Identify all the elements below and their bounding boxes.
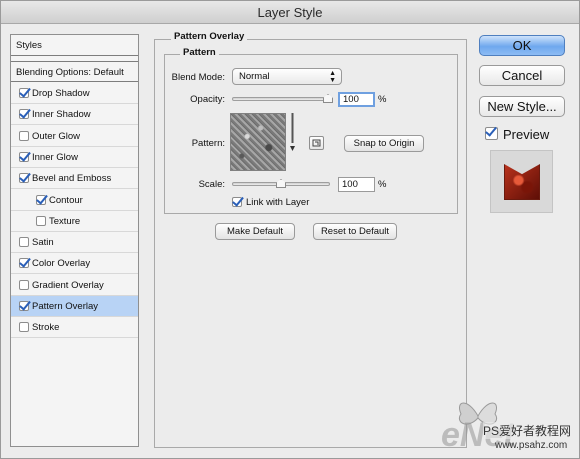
style-checkbox[interactable] (19, 130, 29, 141)
style-item-label: Gradient Overlay (32, 279, 104, 291)
preview-label: Preview (503, 127, 550, 142)
style-checkbox[interactable] (19, 237, 29, 248)
blend-mode-value: Normal (239, 71, 270, 82)
blend-mode-select[interactable]: Normal ▲ ▼ (232, 68, 342, 85)
style-item-label: Stroke (32, 322, 60, 334)
new-preset-icon (312, 139, 321, 147)
style-checkbox[interactable] (19, 301, 29, 311)
scale-unit: % (378, 179, 387, 190)
pattern-dropdown-icon[interactable] (290, 113, 295, 153)
style-item-texture[interactable]: Texture (11, 211, 138, 232)
style-item-color-overlay[interactable]: Color Overlay (11, 253, 138, 275)
section-title: Pattern Overlay (171, 31, 248, 42)
new-preset-button[interactable] (309, 136, 324, 150)
make-default-button[interactable]: Make Default (215, 223, 295, 240)
style-checkbox[interactable] (19, 109, 29, 120)
style-item-label: Inner Glow (32, 151, 78, 163)
style-item-outer-glow[interactable]: Outer Glow (11, 126, 138, 147)
style-item-label: Drop Shadow (32, 88, 90, 99)
style-item-pattern-overlay[interactable]: Pattern Overlay (11, 296, 138, 317)
style-checkbox[interactable] (19, 173, 29, 184)
window-title: Layer Style (1, 1, 579, 24)
style-item-drop-shadow[interactable]: Drop Shadow (11, 83, 138, 104)
snap-to-origin-button[interactable]: Snap to Origin (344, 135, 424, 152)
watermark-line2: www.psahz.com (495, 440, 568, 451)
style-item-bevel-and-emboss[interactable]: Bevel and Emboss (11, 168, 138, 190)
watermark-line1: PS爱好者教程网 (483, 422, 572, 439)
layer-style-dialog: Layer Style Styles Blending Options: Def… (0, 0, 580, 459)
link-with-layer-label: Link with Layer (246, 197, 310, 208)
opacity-input[interactable]: 100 (338, 92, 375, 107)
site-watermark: eNet PS爱好者教程网 www.psahz.com (441, 396, 580, 459)
style-checkbox[interactable] (19, 88, 29, 98)
ok-button[interactable]: OK (479, 35, 565, 56)
style-item-inner-shadow[interactable]: Inner Shadow (11, 104, 138, 126)
cancel-button[interactable]: Cancel (479, 65, 565, 86)
style-item-label: Satin (32, 237, 54, 249)
scale-label: Scale: (198, 179, 225, 190)
style-item-stroke[interactable]: Stroke (11, 317, 138, 339)
style-item-label: Color Overlay (32, 258, 91, 270)
style-item-satin[interactable]: Satin (11, 232, 138, 254)
opacity-label: Opacity: (190, 94, 225, 105)
preview-checkbox[interactable] (485, 127, 498, 140)
style-item-contour[interactable]: Contour (11, 190, 138, 211)
pattern-picker[interactable] (230, 113, 286, 171)
preview-thumbnail (504, 164, 540, 200)
style-checkbox[interactable] (36, 215, 46, 226)
styles-list: Styles Blending Options: Default Drop Sh… (10, 34, 139, 447)
style-item-label: Pattern Overlay (32, 301, 98, 312)
style-checkbox[interactable] (19, 258, 29, 269)
pattern-label: Pattern: (191, 138, 225, 149)
blending-options-item[interactable]: Blending Options: Default (11, 61, 138, 82)
updown-arrows-icon: ▲ ▼ (329, 70, 336, 84)
style-item-label: Texture (49, 215, 81, 227)
scale-input[interactable]: 100 (338, 177, 375, 192)
new-style-button[interactable]: New Style... (479, 96, 565, 117)
reset-to-default-button[interactable]: Reset to Default (313, 223, 397, 240)
style-checkbox[interactable] (19, 279, 29, 290)
link-with-layer-checkbox[interactable] (232, 197, 242, 207)
group-title: Pattern (180, 47, 219, 58)
style-item-inner-glow[interactable]: Inner Glow (11, 147, 138, 168)
opacity-unit: % (378, 94, 387, 105)
blend-mode-label: Blend Mode: (171, 72, 225, 83)
style-checkbox[interactable] (19, 151, 29, 162)
style-checkbox[interactable] (36, 194, 46, 205)
styles-header[interactable]: Styles (11, 35, 138, 56)
style-item-label: Bevel and Emboss (32, 173, 112, 185)
style-preview (490, 150, 553, 213)
style-item-label: Inner Shadow (32, 109, 91, 121)
style-item-label: Outer Glow (32, 130, 81, 142)
style-item-label: Contour (49, 194, 83, 206)
opacity-slider[interactable] (232, 97, 332, 101)
style-checkbox[interactable] (19, 322, 29, 333)
style-item-gradient-overlay[interactable]: Gradient Overlay (11, 275, 138, 296)
